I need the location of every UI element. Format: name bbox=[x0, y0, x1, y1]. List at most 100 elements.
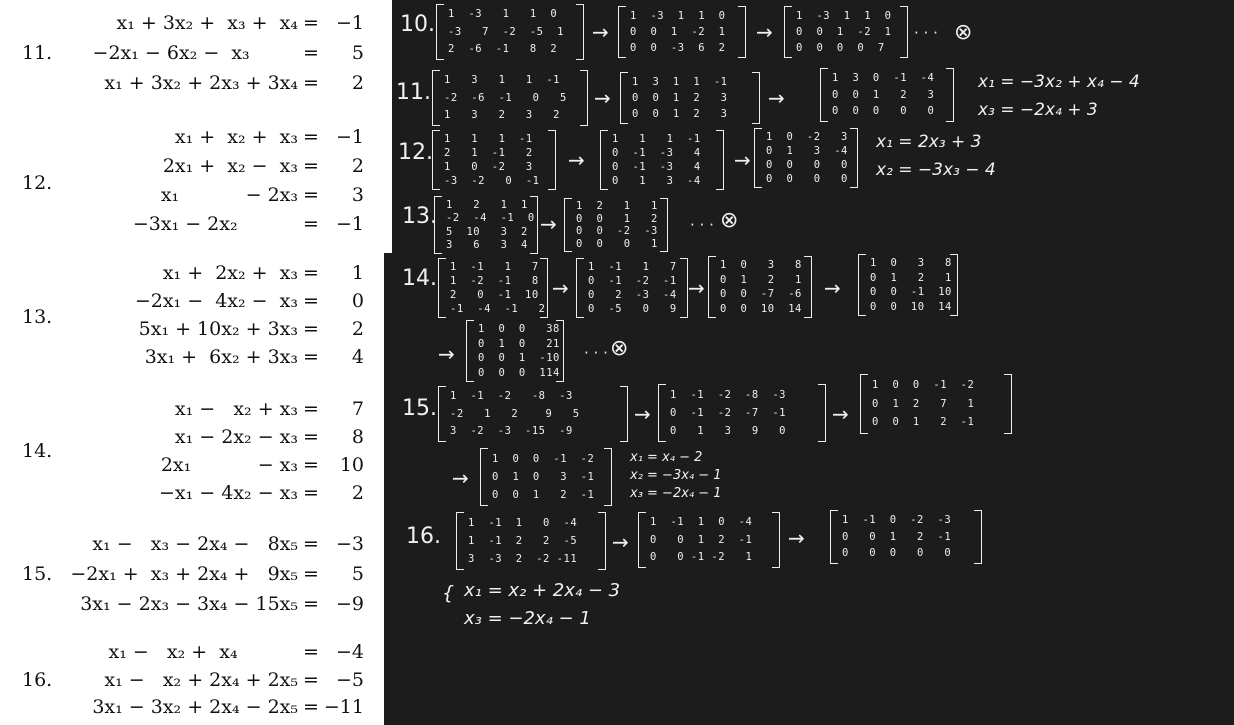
problem-label: 11. bbox=[396, 80, 431, 105]
equation-rhs: 2 bbox=[351, 318, 364, 340]
matrix: 1 0 0 38 0 1 0 21 0 0 1 -10 0 0 0 114 bbox=[466, 320, 564, 382]
equation-rhs: 10 bbox=[339, 454, 364, 476]
ellipsis: · · · bbox=[584, 344, 608, 362]
solution-line: x₃ = −2x₄ − 1 bbox=[630, 486, 722, 501]
right-bracket bbox=[950, 254, 958, 316]
equation-rhs: 5 bbox=[351, 42, 364, 64]
matrix-row: 1 -2 -1 8 bbox=[450, 274, 539, 287]
equation-rhs: −3 bbox=[335, 533, 364, 555]
equation-line: x₁ − x₃ − 2x₄ − 8x₅ = −3 bbox=[0, 533, 372, 561]
right-bracket bbox=[598, 512, 606, 570]
inconsistent-mark-icon: ⊗ bbox=[954, 20, 973, 45]
matrix-row: 0 0 -1 -2 1 bbox=[650, 551, 753, 564]
equation-lhs: −2x₁ − 6x₂ − x₃ bbox=[92, 42, 298, 64]
matrix-row: 1 -1 -2 -8 -3 bbox=[670, 388, 786, 401]
equation-lhs: 3x₁ − 3x₂ + 2x₄ − 2x₅ bbox=[92, 696, 298, 718]
left-bracket bbox=[456, 512, 464, 570]
equation-line: 2x₁ + x₂ − x₃ = 2 bbox=[0, 155, 372, 183]
equals-sign: = bbox=[303, 426, 319, 448]
matrix-row: 0 1 3 -4 bbox=[612, 174, 701, 187]
matrix: 1 -1 1 0 -4 1 -1 2 2 -5 3 -3 2 -2 -11 bbox=[456, 512, 606, 570]
matrix-rows: 1 -1 1 71 -2 -1 82 0 -1 10 -1 -4 -1 2 bbox=[450, 260, 545, 316]
matrix-rows: 1 0 0 -1 -2 0 1 0 3 -1 0 0 1 2 -1 bbox=[492, 450, 602, 504]
equation-lhs: 2x₁ − x₃ bbox=[160, 454, 298, 476]
equals-sign: = bbox=[303, 669, 319, 691]
arrow-icon: → bbox=[438, 342, 455, 366]
equals-sign: = bbox=[303, 563, 319, 585]
matrix-row: 0 0 -2 -3 bbox=[576, 225, 658, 237]
ellipsis: · · · bbox=[690, 216, 714, 234]
matrix-rows: 1 3 1 1 -1 -2 -6 -1 0 5 1 3 2 3 2 bbox=[444, 72, 578, 124]
matrix-row: 0 -1 -3 4 bbox=[612, 160, 701, 173]
equation-line: x₁ + 3x₂ + x₃ + x₄ = −1 bbox=[0, 12, 372, 40]
equals-sign: = bbox=[303, 533, 319, 555]
left-bracket bbox=[638, 512, 646, 568]
equation-rhs: −5 bbox=[335, 669, 364, 691]
equals-sign: = bbox=[303, 262, 319, 284]
equation-lhs: 3x₁ − 2x₃ − 3x₄ − 15x₅ bbox=[80, 593, 298, 615]
matrix-rows: 1 0 0 38 0 1 0 21 0 0 1 -10 0 0 0 114 bbox=[478, 322, 559, 380]
left-bracket bbox=[564, 198, 572, 252]
solution-line: x₁ = −3x₂ + x₄ − 4 bbox=[978, 72, 1140, 92]
matrix-rows: 1 -3 1 1 0 -3 7 -2 -5 1 2 -6 -1 8 2 bbox=[448, 6, 574, 58]
matrix-rows: 1 -1 1 0 -4 0 0 1 2 -1 0 0 -1 -2 1 bbox=[650, 514, 770, 566]
matrix-rows: 1 0 3 8 0 1 2 1 0 0 -7 -6 0 0 10 14 bbox=[720, 258, 802, 316]
problem-13: 13. x₁ + 2x₂ + x₃ = 1 −2x₁ − 4x₂ − x₃ = … bbox=[0, 262, 384, 380]
equals-sign: = bbox=[303, 72, 319, 94]
equals-sign: = bbox=[303, 184, 319, 206]
right-bracket bbox=[738, 6, 746, 58]
matrix: 1 -1 1 71 -2 -1 82 0 -1 10 -1 -4 -1 2 bbox=[438, 258, 548, 318]
equation-rhs: 2 bbox=[351, 155, 364, 177]
matrix-row: 1 1 1 -1 bbox=[444, 132, 533, 145]
matrix-rows: 1 3 0 -1 -4 0 0 1 2 3 0 0 0 0 0 bbox=[832, 70, 944, 120]
problem-label: 14. bbox=[402, 266, 437, 291]
right-bracket bbox=[752, 72, 760, 124]
matrix-rows: 1 -1 0 -2 -3 0 0 1 2 -1 0 0 0 0 0 bbox=[842, 512, 972, 562]
matrix-row: 0 0 0 0 0 bbox=[832, 105, 935, 118]
arrow-icon: → bbox=[568, 148, 585, 172]
equation-lhs: 5x₁ + 10x₂ + 3x₃ bbox=[138, 318, 298, 340]
equation-rhs: 3 bbox=[351, 184, 364, 206]
matrix-rows: 1 -1 -2 -8 -3 0 -1 -2 -7 -1 0 1 3 9 0 bbox=[670, 386, 816, 440]
problem-label: 10. bbox=[400, 12, 435, 37]
matrix-row: 0 1 2 1 bbox=[720, 273, 802, 286]
left-bracket bbox=[434, 196, 442, 254]
equation-rhs: 2 bbox=[351, 72, 364, 94]
matrix-row: 1 3 1 1 -1 bbox=[632, 75, 728, 88]
equation-line: x₁ − 2x₂ − x₃ = 8 bbox=[0, 426, 372, 454]
right-bracket bbox=[772, 512, 780, 568]
equation-line: x₁ + 3x₂ + 2x₃ + 3x₄ = 2 bbox=[0, 72, 372, 100]
matrix-row: 1 2 1 1 bbox=[576, 200, 658, 212]
right-bracket bbox=[1004, 374, 1012, 434]
equals-sign: = bbox=[303, 482, 319, 504]
matrix: 1 3 0 -1 -4 0 0 1 2 3 0 0 0 0 0 bbox=[820, 68, 954, 122]
problem-label: 16. bbox=[406, 524, 441, 549]
matrix-rows: 1 2 1 1 -2 -4 -1 05 10 3 23 6 3 4 bbox=[446, 198, 534, 252]
matrix-row: 0 -1 -2 -7 -1 bbox=[670, 406, 786, 419]
inconsistent-mark-icon: ⊗ bbox=[720, 208, 739, 233]
right-bracket bbox=[680, 258, 688, 318]
matrix-rows: 1 -3 1 1 0 0 0 1 -2 1 0 0 -3 6 2 bbox=[630, 8, 736, 56]
matrix-row: 0 0 1 2 -1 bbox=[492, 488, 595, 501]
arrow-icon: → bbox=[768, 86, 785, 110]
matrix: 1 0 3 8 0 1 2 1 0 0 -1 10 0 0 10 14 bbox=[858, 254, 958, 316]
left-bracket bbox=[436, 4, 444, 60]
arrow-icon: → bbox=[552, 276, 569, 300]
panel-gap bbox=[384, 0, 392, 253]
arrow-icon: → bbox=[832, 402, 849, 426]
matrix-rows: 1 -3 1 1 0 0 0 1 -2 1 0 0 0 0 7 bbox=[796, 8, 898, 56]
right-bracket bbox=[716, 130, 724, 190]
matrix-row: 0 0 1 2 bbox=[576, 212, 658, 225]
equals-sign: = bbox=[303, 213, 319, 235]
equation-rhs: 4 bbox=[351, 346, 364, 368]
equation-lhs: x₁ − x₃ − 2x₄ − 8x₅ bbox=[92, 533, 298, 555]
left-bracket bbox=[480, 448, 488, 506]
left-bracket bbox=[658, 384, 666, 442]
solution-line: x₃ = −2x₄ − 1 bbox=[464, 608, 591, 629]
equals-sign: = bbox=[303, 641, 319, 663]
equation-line: −2x₁ − 6x₂ − x₃ = 5 bbox=[0, 42, 372, 70]
matrix: 1 -3 1 1 0 -3 7 -2 -5 1 2 -6 -1 8 2 bbox=[436, 4, 584, 60]
left-bracket bbox=[620, 72, 628, 124]
right-bracket bbox=[804, 256, 812, 318]
matrix-row: 0 0 0 0 7 bbox=[796, 41, 885, 54]
